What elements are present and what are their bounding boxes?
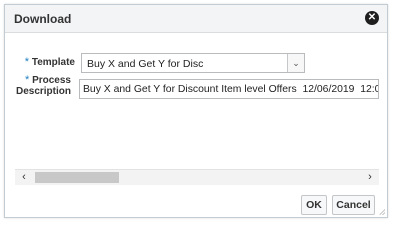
- resize-grip-icon[interactable]: [379, 209, 385, 215]
- template-label-text: Template: [31, 57, 75, 68]
- cancel-button[interactable]: Cancel: [332, 195, 375, 215]
- template-select[interactable]: Buy X and Get Y for Disc ⌄: [81, 53, 305, 73]
- ok-button[interactable]: OK: [301, 195, 327, 215]
- process-description-input[interactable]: [79, 79, 379, 99]
- scroll-right-icon[interactable]: ›: [363, 170, 377, 185]
- scroll-left-icon[interactable]: ‹: [17, 170, 31, 185]
- process-description-label-line1: Process: [32, 75, 71, 86]
- scrollbar-thumb[interactable]: [35, 172, 119, 183]
- template-label: * Template: [17, 56, 75, 69]
- required-marker: *: [24, 56, 30, 68]
- template-select-value: Buy X and Get Y for Disc: [87, 58, 204, 70]
- horizontal-scrollbar[interactable]: ‹ ›: [15, 169, 379, 185]
- download-dialog: Download ✕ * Template Buy X and Get Y fo…: [4, 4, 388, 218]
- close-icon[interactable]: ✕: [365, 11, 379, 25]
- chevron-down-icon[interactable]: ⌄: [287, 54, 304, 72]
- dialog-titlebar[interactable]: Download ✕: [5, 5, 387, 33]
- dialog-title: Download: [14, 12, 72, 26]
- required-marker: *: [25, 74, 30, 86]
- process-description-label: * Process Description: [9, 74, 71, 98]
- process-description-label-line2: Description: [15, 86, 71, 97]
